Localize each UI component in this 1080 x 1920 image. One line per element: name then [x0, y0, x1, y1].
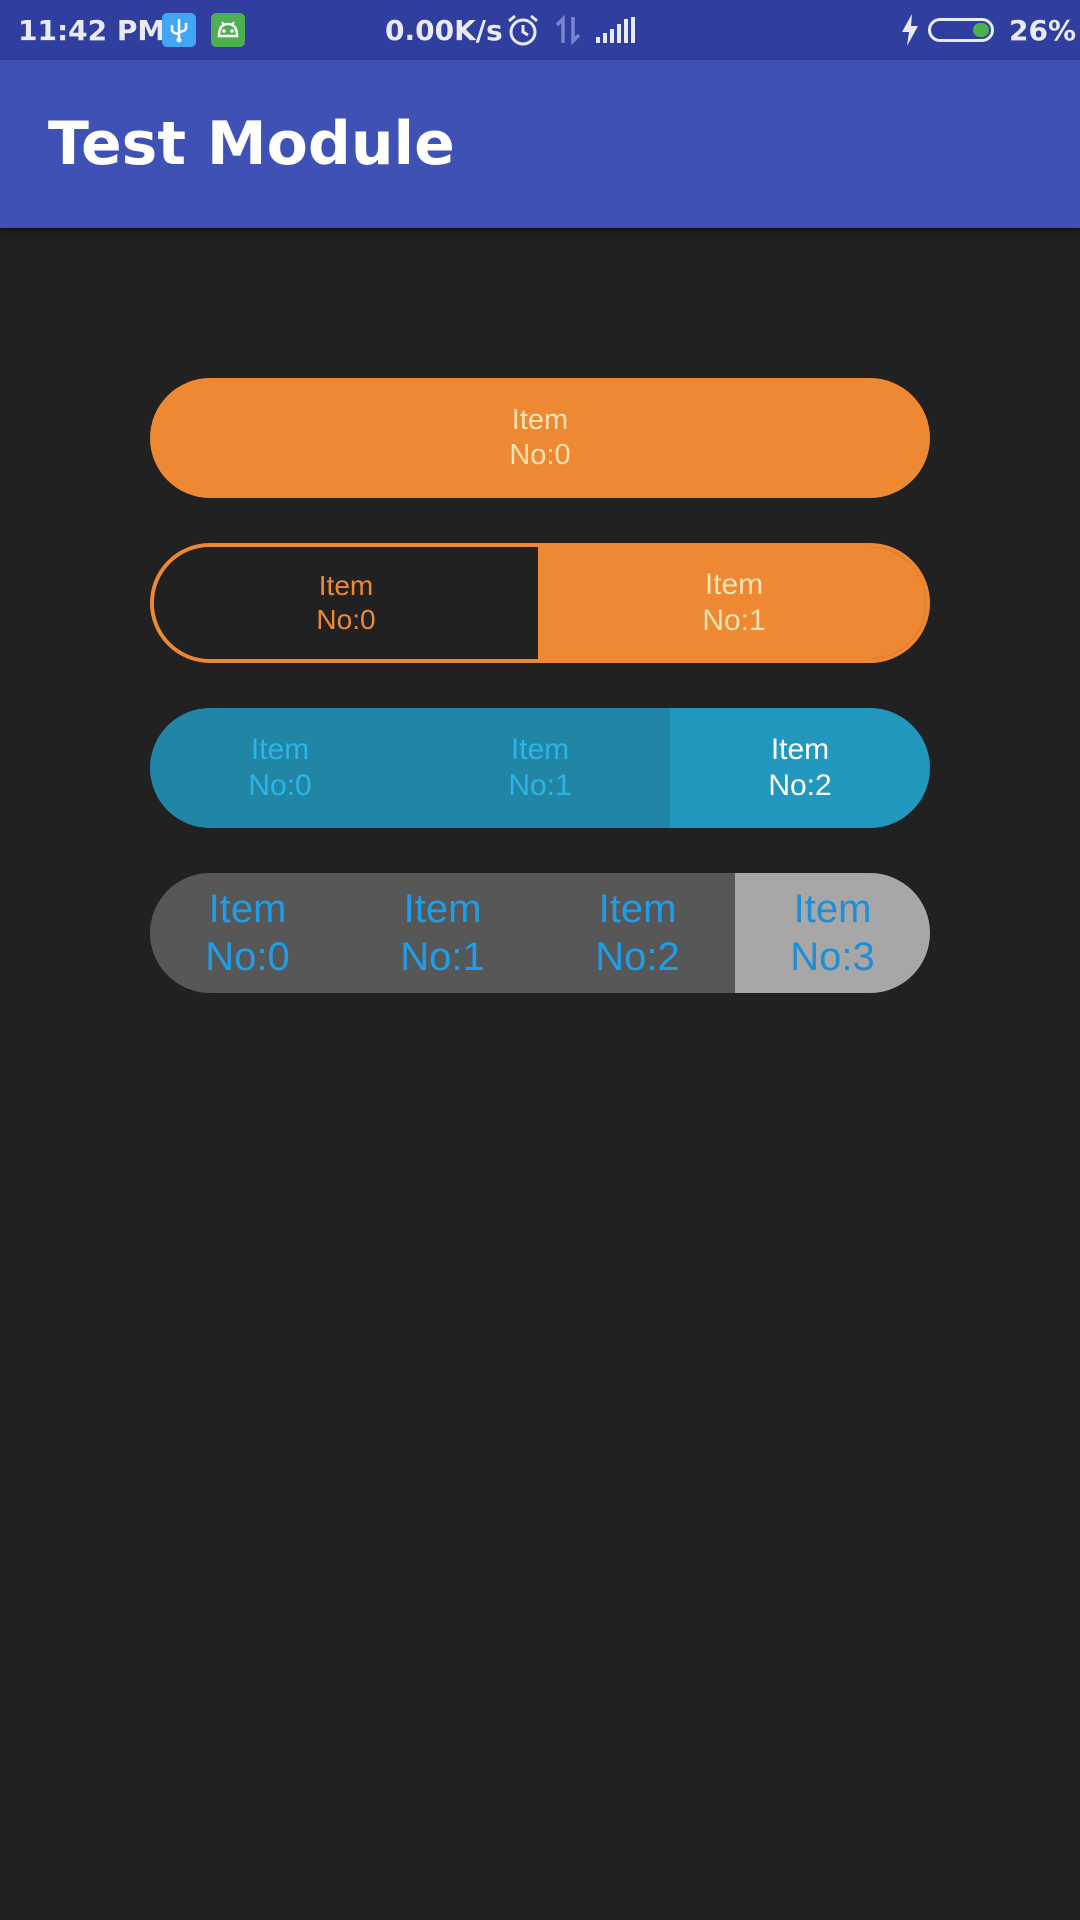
signal-icon: [596, 0, 636, 60]
battery-percent: 26%: [1009, 13, 1077, 47]
segment-item-2[interactable]: Item No:2: [540, 873, 735, 993]
charging-icon: [900, 0, 920, 60]
segmented-control-2: Item No:0 Item No:1: [150, 543, 930, 663]
segment-label-line1: Item: [793, 887, 872, 931]
segment-label-line1: Item: [318, 570, 374, 602]
segment-item-0[interactable]: Item No:0: [150, 708, 410, 828]
page-title: Test Module: [48, 109, 455, 179]
segment-label-line1: Item: [208, 887, 287, 931]
segment-label-line1: Item: [511, 404, 569, 437]
segment-label-line1: Item: [598, 887, 677, 931]
segment-item-1[interactable]: Item No:1: [410, 708, 670, 828]
segment-label-line2: No:1: [702, 604, 766, 637]
status-time: 11:42 PM: [18, 13, 166, 47]
segment-label-line1: Item: [704, 568, 764, 601]
segment-item-0[interactable]: Item No:0: [150, 873, 345, 993]
alarm-icon: [506, 0, 540, 60]
segment-label-line1: Item: [250, 733, 310, 766]
segment-label-line2: No:1: [400, 935, 485, 979]
segment-label-line2: No:0: [205, 935, 290, 979]
segment-item-2-selected[interactable]: Item No:2: [670, 708, 930, 828]
segment-item-3-selected[interactable]: Item No:3: [735, 873, 930, 993]
segment-label-line2: No:0: [248, 769, 312, 802]
segment-label-line1: Item: [510, 733, 570, 766]
segment-label-line2: No:2: [595, 935, 680, 979]
segmented-control-4: Item No:0 Item No:1 Item No:2 Item No:3: [150, 873, 930, 993]
data-transfer-icon: [554, 0, 582, 60]
app-bar: Test Module: [0, 60, 1080, 228]
net-speed: 0.00K/s: [385, 13, 503, 47]
battery-icon: [928, 0, 994, 60]
segment-label-line1: Item: [770, 733, 830, 766]
segmented-control-1: Item No:0: [150, 378, 930, 498]
segment-label-line2: No:0: [316, 604, 376, 635]
segment-label-line2: No:0: [509, 439, 571, 471]
segmented-control-3: Item No:0 Item No:1 Item No:2: [150, 708, 930, 828]
segment-label-line2: No:1: [508, 769, 572, 802]
usb-icon: [162, 0, 196, 60]
status-bar: 11:42 PM 0.00K/s 26%: [0, 0, 1080, 60]
segment-label-line2: No:3: [790, 935, 875, 979]
segment-item-0[interactable]: Item No:0: [150, 378, 930, 498]
segment-item-1[interactable]: Item No:1: [345, 873, 540, 993]
segment-label-line1: Item: [403, 887, 482, 931]
segment-item-1-selected[interactable]: Item No:1: [542, 547, 926, 659]
android-icon: [211, 0, 245, 60]
segment-item-0[interactable]: Item No:0: [154, 547, 542, 659]
segment-label-line2: No:2: [768, 769, 832, 802]
